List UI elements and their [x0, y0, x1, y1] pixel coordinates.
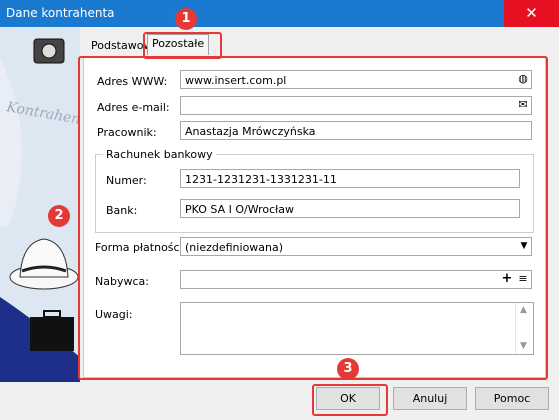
annotation-badge-3: 3 [337, 358, 359, 380]
annotation-badge-1: 1 [175, 8, 197, 30]
briefcase-icon [30, 310, 74, 351]
annotation-box-1 [143, 32, 222, 59]
title-bar: Dane kontrahenta ✕ [0, 0, 559, 27]
annotation-box-2 [78, 56, 548, 380]
cancel-button[interactable]: Anuluj [393, 387, 467, 410]
annotation-box-3 [312, 384, 388, 416]
camera-icon [33, 38, 65, 64]
sidebar-illustration: Kontrahent [0, 27, 80, 382]
window-title: Dane kontrahenta [6, 6, 115, 20]
annotation-badge-2: 2 [48, 205, 70, 227]
help-button[interactable]: Pomoc [475, 387, 549, 410]
close-button[interactable]: ✕ [504, 0, 559, 27]
